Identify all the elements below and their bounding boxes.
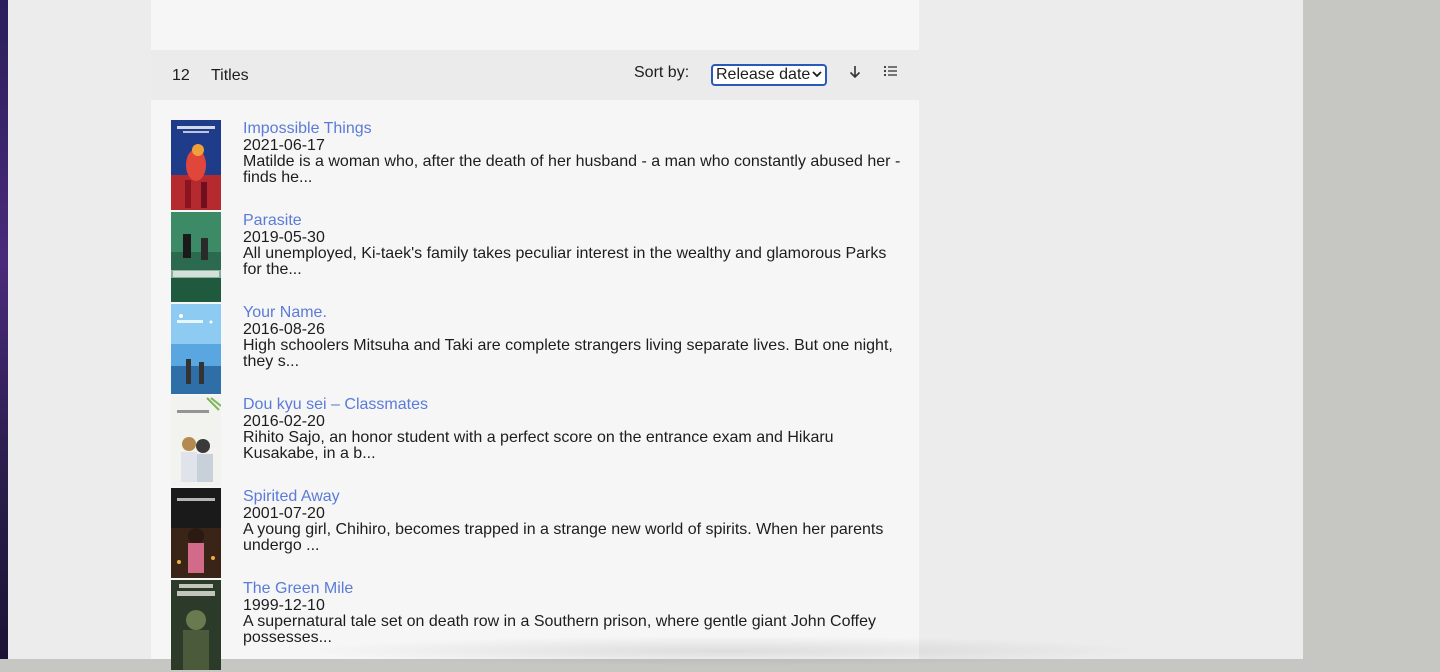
desktop-edge [0,0,8,659]
movie-description: All unemployed, Ki-taek's family takes p… [243,245,887,278]
movie-poster[interactable] [171,212,221,302]
movie-title-link[interactable]: Dou kyu sei – Classmates [243,397,903,413]
movie-info: Your Name. 2016-08-26 High schoolers Mit… [243,304,903,370]
movie-title-link[interactable]: Parasite [243,213,903,229]
movie-description: Rihito Sajo, an honor student with a per… [243,429,834,462]
list-item[interactable]: Your Name. 2016-08-26 High schoolers Mit… [151,304,919,396]
dock-shadow [300,636,1150,666]
list-item[interactable]: Parasite 2019-05-30 All unemployed, Ki-t… [151,212,919,304]
movie-poster[interactable] [171,580,221,670]
movie-poster[interactable] [171,488,221,578]
movie-release-date: 2021-06-17 [243,137,325,154]
list-header: 12 Titles Sort by: Release date [151,50,919,100]
movie-release-date: 2016-08-26 [243,321,325,338]
movie-release-date: 1999-12-10 [243,597,325,614]
movie-title-link[interactable]: Your Name. [243,305,903,321]
arrow-down-icon[interactable] [844,61,866,83]
movie-release-date: 2001-07-20 [243,505,325,522]
movie-description: A young girl, Chihiro, becomes trapped i… [243,521,884,554]
sort-label: Sort by: [634,64,690,81]
sort-select[interactable]: Release date [711,64,827,86]
movie-title-link[interactable]: The Green Mile [243,581,903,597]
title-count-label: Titles [211,67,249,84]
movie-info: Parasite 2019-05-30 All unemployed, Ki-t… [243,212,903,278]
movie-info: Spirited Away 2001-07-20 A young girl, C… [243,488,903,554]
list-view-icon[interactable] [881,62,901,82]
movie-poster[interactable] [171,120,221,210]
movie-poster[interactable] [171,304,221,394]
movie-description: Matilde is a woman who, after the death … [243,153,901,186]
movie-release-date: 2019-05-30 [243,229,325,246]
chevron-down-icon [812,67,822,84]
list-item[interactable]: Impossible Things 2021-06-17 Matilde is … [151,120,919,212]
movie-description: High schoolers Mitsuha and Taki are comp… [243,337,893,370]
list-item[interactable]: Dou kyu sei – Classmates 2016-02-20 Rihi… [151,396,919,488]
movie-title-link[interactable]: Spirited Away [243,489,903,505]
sort-select-value: Release date [716,66,811,83]
movie-info: Impossible Things 2021-06-17 Matilde is … [243,120,903,186]
title-count: 12 [172,67,190,84]
movie-title-link[interactable]: Impossible Things [243,121,903,137]
list-item[interactable]: Spirited Away 2001-07-20 A young girl, C… [151,488,919,580]
movie-release-date: 2016-02-20 [243,413,325,430]
movie-info: Dou kyu sei – Classmates 2016-02-20 Rihi… [243,396,903,462]
movie-poster[interactable] [171,396,221,486]
